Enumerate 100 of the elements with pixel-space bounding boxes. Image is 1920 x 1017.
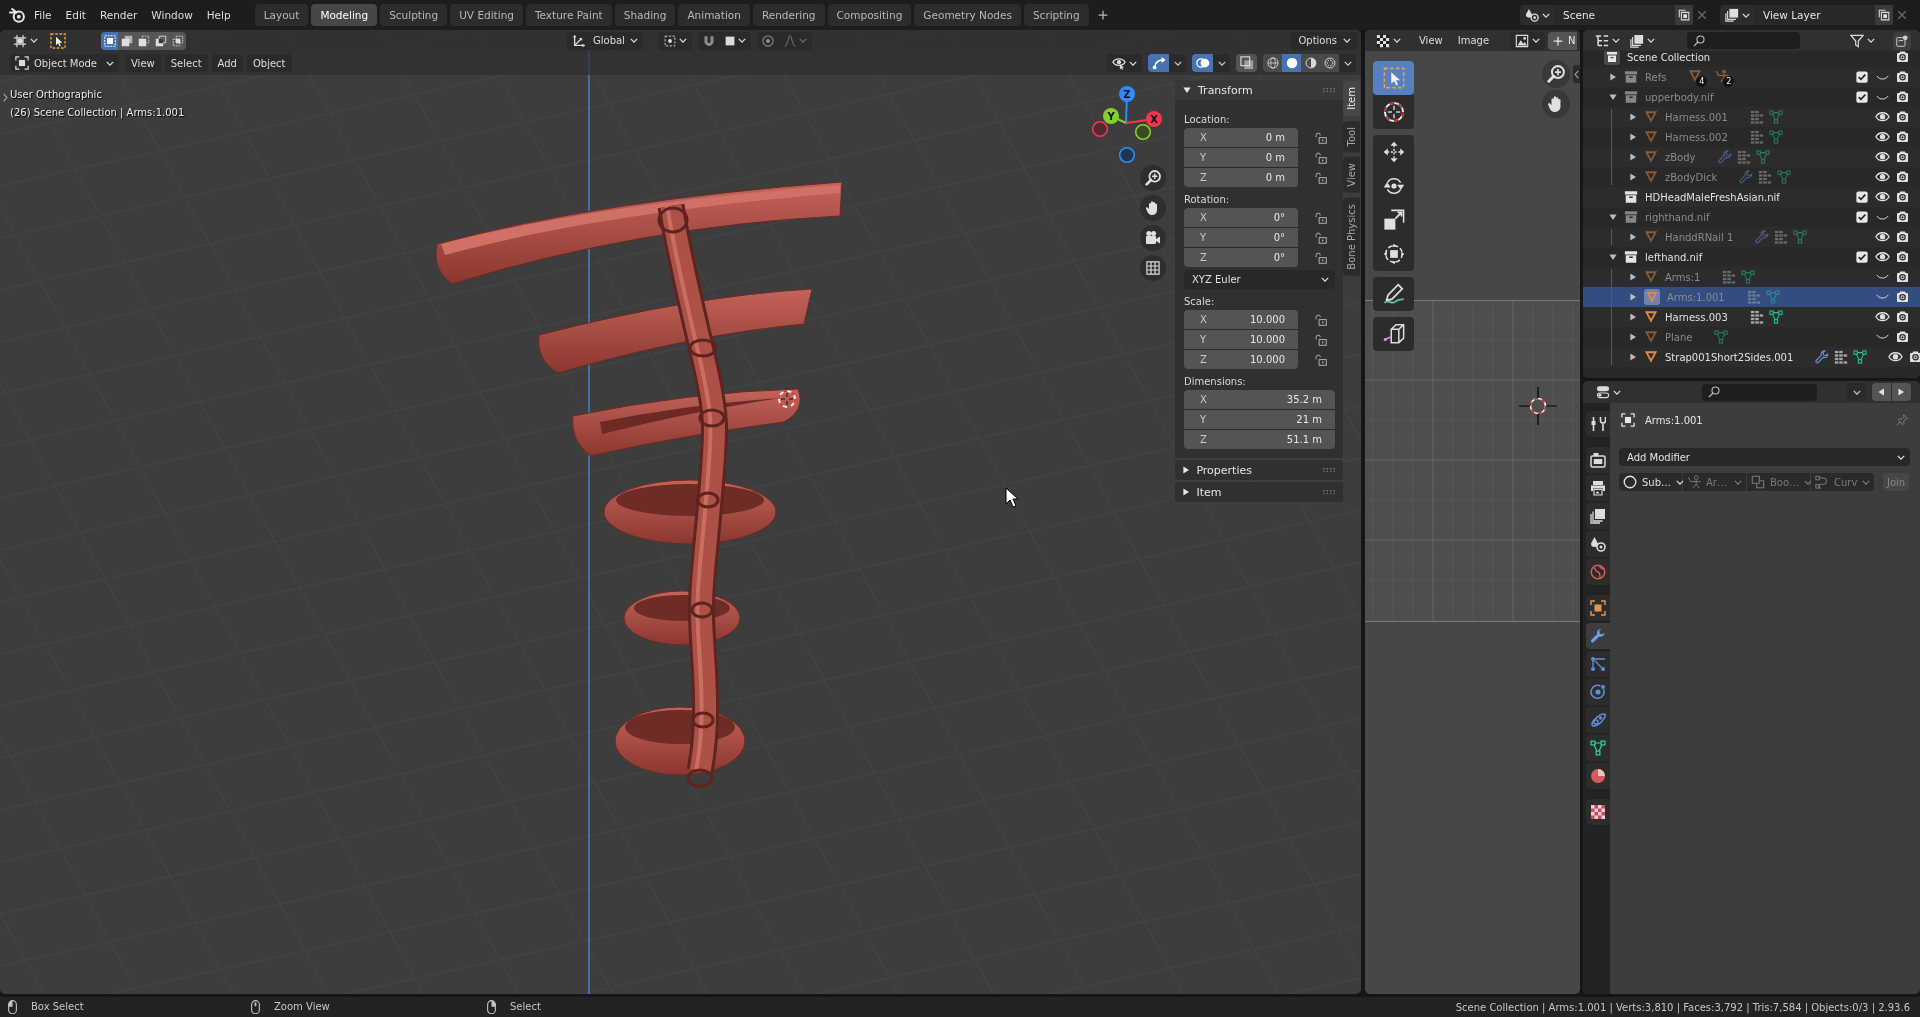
selection-mode-button[interactable]	[101, 31, 118, 50]
vertex-triangle-icon[interactable]	[1755, 150, 1770, 164]
workspace-tab[interactable]: Scripting	[1023, 4, 1089, 26]
number-field[interactable]: X 35.2 m	[1184, 390, 1335, 409]
selection-mode-button[interactable]	[169, 31, 186, 50]
select-tool-button[interactable]	[47, 30, 69, 51]
eye-icon[interactable]	[1874, 152, 1890, 162]
properties-tab[interactable]	[1586, 707, 1610, 733]
camera-icon[interactable]	[1895, 211, 1909, 223]
eye-icon[interactable]	[1874, 232, 1890, 242]
grid-blocks-icon[interactable]	[1749, 110, 1764, 124]
drag-handle-icon[interactable]	[1323, 87, 1335, 93]
sidebar-tab[interactable]: View	[1343, 157, 1360, 193]
outliner-row[interactable]: Harness.001	[1583, 107, 1920, 127]
camera-icon[interactable]	[1895, 151, 1909, 163]
pan-button[interactable]	[1542, 90, 1570, 118]
number-field[interactable]: X 0°	[1184, 208, 1298, 227]
number-field[interactable]: X 10.000	[1184, 310, 1298, 329]
workspace-tab[interactable]: Layout	[254, 4, 309, 26]
search-field[interactable]	[1687, 32, 1800, 49]
gizmos-toggle[interactable]	[1148, 54, 1169, 72]
triangle-right-icon[interactable]	[1629, 273, 1637, 281]
menu-item[interactable]: Object	[246, 54, 292, 72]
properties-tab[interactable]	[1586, 763, 1610, 789]
selection-mode-button[interactable]	[135, 31, 152, 50]
orthographic-toggle[interactable]	[1140, 255, 1166, 281]
overlays-toggle[interactable]	[1192, 54, 1213, 72]
grid-blocks-icon[interactable]	[1749, 130, 1764, 144]
chevron-right-icon[interactable]	[2, 93, 8, 102]
dropdown-button[interactable]	[1169, 54, 1186, 72]
checkbox[interactable]	[1856, 191, 1868, 203]
number-field[interactable]: Y 0°	[1184, 228, 1298, 247]
dropdown-button[interactable]	[1213, 54, 1230, 72]
camera-icon[interactable]	[1895, 331, 1909, 343]
menu-item[interactable]: Edit	[58, 6, 93, 24]
copy-button[interactable]	[1675, 5, 1693, 25]
camera-icon[interactable]	[1895, 51, 1909, 63]
selection-mode-button[interactable]	[118, 31, 135, 50]
xray-toggle[interactable]	[1236, 54, 1257, 72]
panel-header[interactable]: Item	[1175, 482, 1343, 502]
number-field[interactable]: Y 0 m	[1184, 148, 1298, 167]
grid-blocks-icon[interactable]	[1774, 230, 1789, 244]
workspace-tab[interactable]: Animation	[678, 4, 750, 26]
eye-icon[interactable]	[1874, 132, 1890, 142]
sidebar-toggle[interactable]	[1573, 65, 1580, 83]
eye-icon[interactable]	[1874, 252, 1890, 262]
properties-tab[interactable]	[1586, 651, 1610, 677]
checkbox[interactable]	[1856, 91, 1868, 103]
vertex-triangle-icon[interactable]	[1741, 270, 1756, 284]
panel-header[interactable]: Transform	[1175, 80, 1343, 100]
pin-icon[interactable]	[1896, 414, 1908, 426]
search-field[interactable]	[1702, 383, 1817, 401]
grid-blocks-icon[interactable]	[1736, 150, 1751, 164]
sidebar-tab[interactable]: Item	[1343, 81, 1360, 116]
eye-icon[interactable]	[1887, 352, 1903, 362]
options-dropdown[interactable]: Options	[1290, 31, 1357, 50]
falloff-dropdown[interactable]	[779, 31, 812, 50]
number-field[interactable]: Z 10.000	[1184, 350, 1298, 369]
sidebar-tab[interactable]: Tool	[1343, 120, 1360, 153]
workspace-tab[interactable]: Modeling	[311, 4, 378, 26]
camera-icon[interactable]	[1908, 351, 1920, 363]
camera-icon[interactable]	[1895, 251, 1909, 263]
camera-icon[interactable]	[1895, 171, 1909, 183]
negative-axis-handle[interactable]	[1134, 123, 1152, 141]
drag-handle-icon[interactable]	[1323, 489, 1335, 495]
properties-tab[interactable]	[1586, 475, 1610, 501]
shading-mode-button[interactable]	[1320, 54, 1339, 72]
snap-toggle[interactable]	[698, 31, 720, 50]
camera-icon[interactable]	[1895, 291, 1909, 303]
padlock-icon[interactable]	[1315, 151, 1327, 164]
zoom-button[interactable]	[1542, 60, 1570, 88]
previous-button[interactable]	[1872, 383, 1891, 401]
eye-icon[interactable]	[1874, 312, 1890, 322]
orientation-dropdown[interactable]: Global	[567, 31, 643, 50]
vertex-triangle-icon[interactable]	[1793, 230, 1808, 244]
padlock-icon[interactable]	[1315, 171, 1327, 184]
shading-mode-button[interactable]	[1301, 54, 1320, 72]
eye-icon[interactable]	[1874, 112, 1890, 122]
outliner-row[interactable]: HDHeadMaleFreshAsian.nif	[1583, 187, 1920, 207]
closed-eye-icon[interactable]	[1875, 294, 1889, 300]
triangle-right-icon[interactable]	[1629, 333, 1637, 341]
workspace-tab[interactable]: Sculpting	[380, 4, 448, 26]
rotation-mode-dropdown[interactable]: XYZ Euler	[1184, 270, 1335, 289]
grid-blocks-icon[interactable]	[1722, 270, 1737, 284]
checkbox[interactable]	[1856, 71, 1868, 83]
workspace-tab[interactable]: Rendering	[752, 4, 825, 26]
app-logo-icon[interactable]	[9, 7, 25, 23]
grid-blocks-icon[interactable]	[1749, 310, 1764, 324]
triangle-down-icon[interactable]	[1609, 93, 1617, 101]
properties-tab[interactable]	[1586, 735, 1610, 761]
next-button[interactable]	[1892, 383, 1911, 401]
workspace-tab[interactable]: Texture Paint	[525, 4, 612, 26]
number-field[interactable]: Y 21 m	[1184, 410, 1335, 429]
padlock-icon[interactable]	[1315, 131, 1327, 144]
padlock-icon[interactable]	[1315, 333, 1327, 346]
checkbox[interactable]	[1856, 211, 1868, 223]
vertex-triangle-icon[interactable]	[1777, 170, 1792, 184]
closed-eye-icon[interactable]	[1875, 274, 1889, 280]
properties-tab[interactable]	[1586, 595, 1610, 621]
padlock-icon[interactable]	[1315, 251, 1327, 264]
